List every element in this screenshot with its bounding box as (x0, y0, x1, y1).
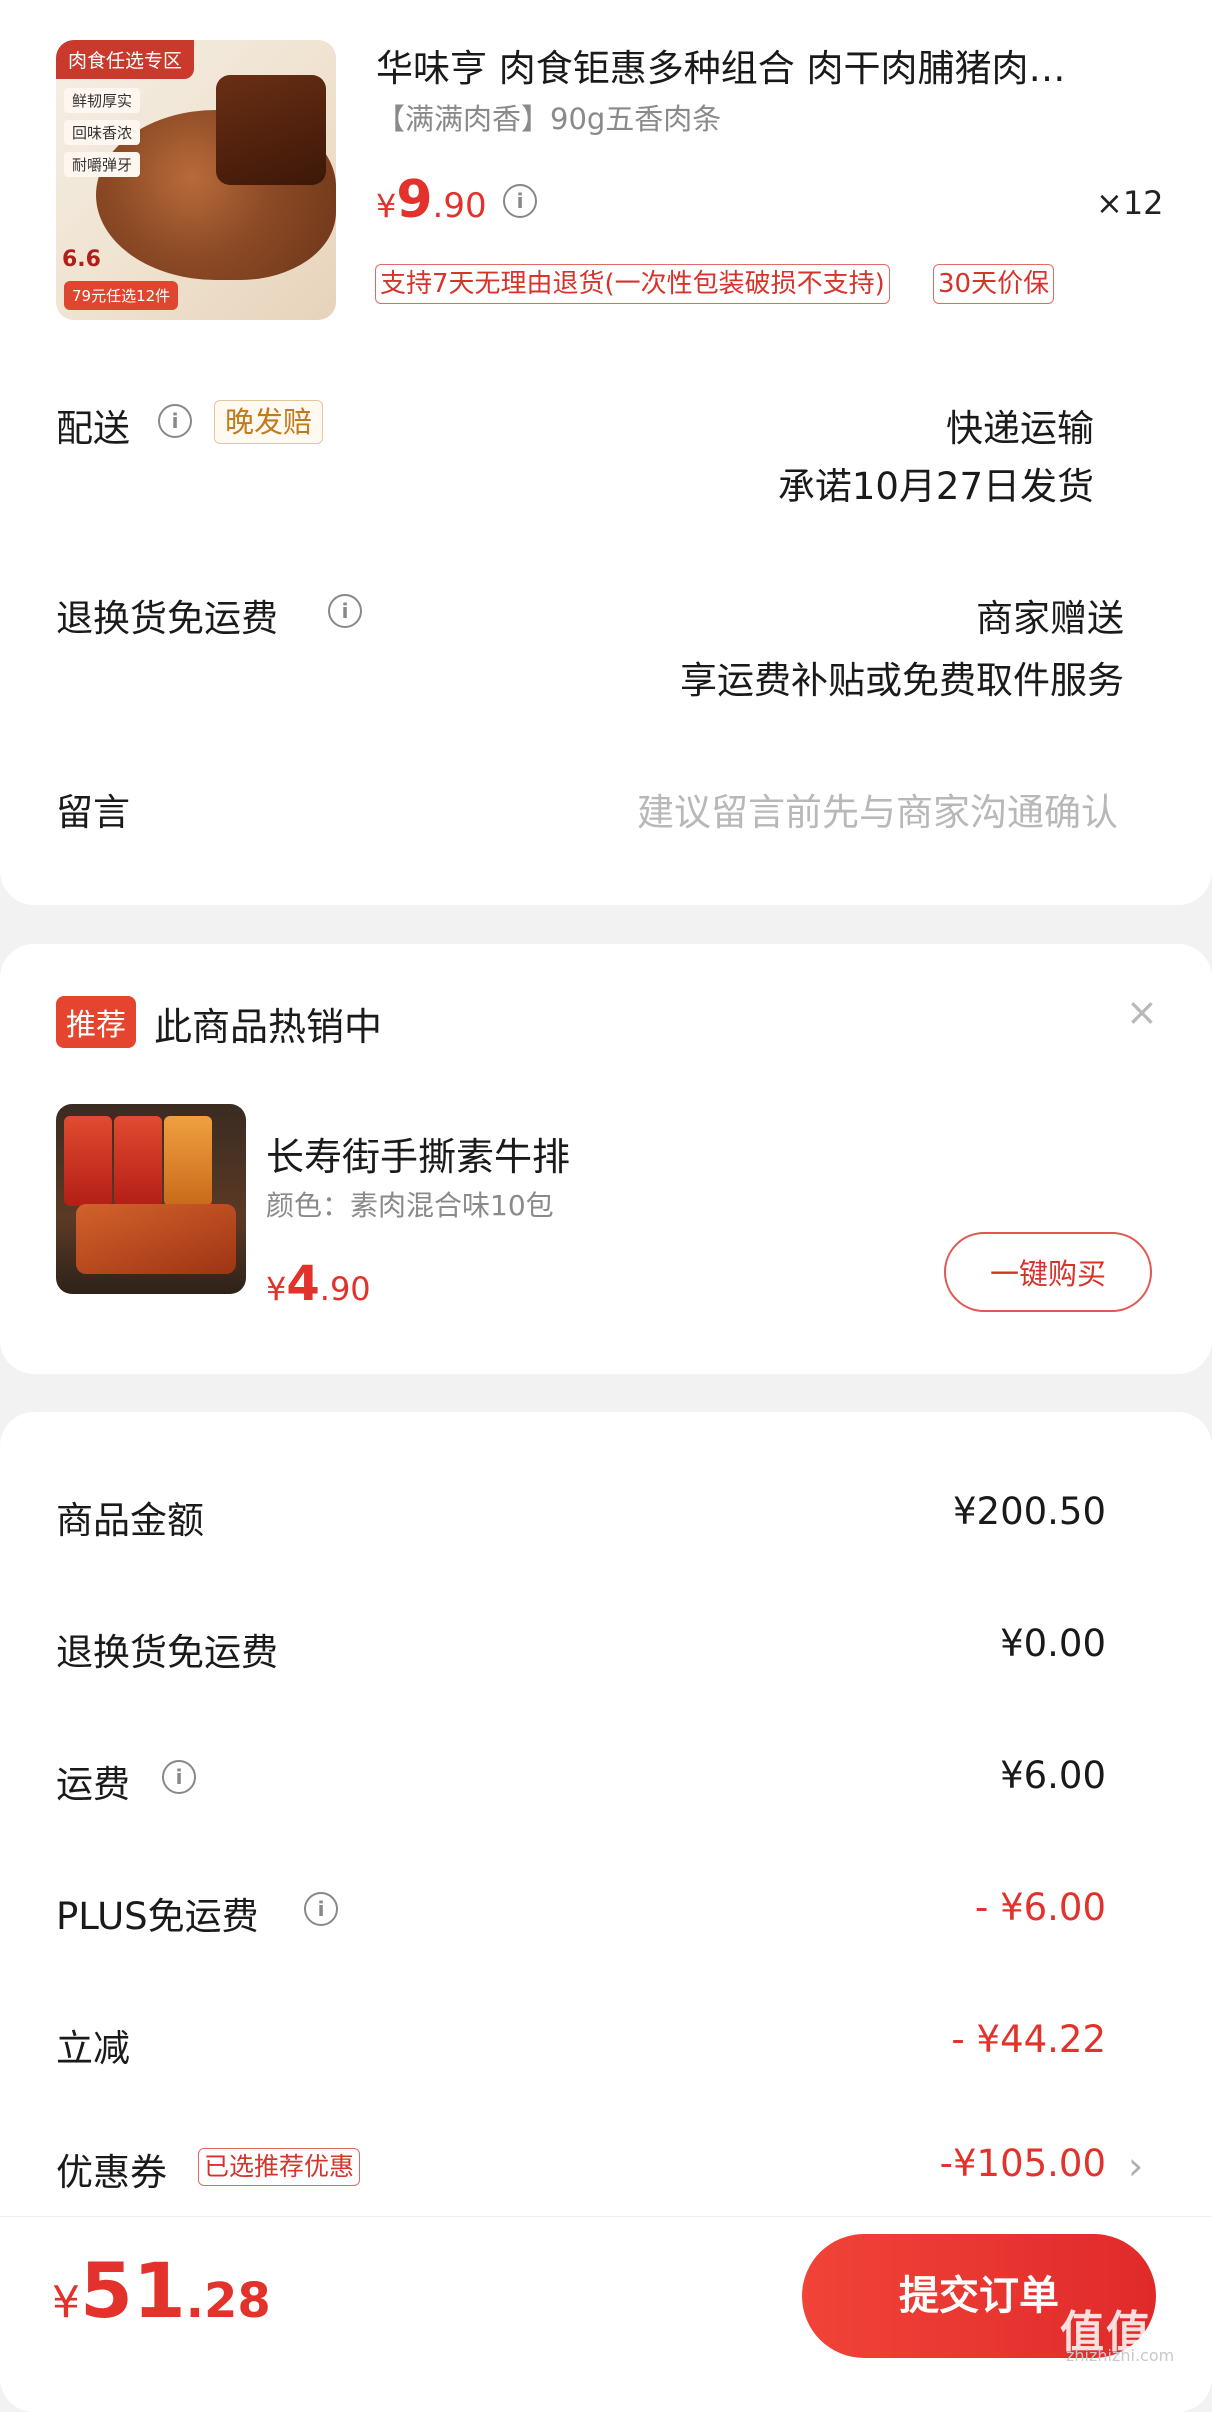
product-price: ¥9.90 (376, 170, 487, 230)
return-shipping-label: 退换货免运费 (56, 597, 278, 640)
goods-amount-label: 商品金额 (56, 1499, 204, 1542)
thumb-chip: 回味香浓 (64, 120, 141, 145)
pack-image (114, 1116, 162, 1206)
price-decimal: .90 (319, 1270, 371, 1308)
pack-image (64, 1116, 112, 1206)
return-fee-value: ¥0.00 (1000, 1622, 1106, 1665)
plus-free-shipping-value: - ¥6.00 (974, 1886, 1106, 1929)
price-currency: ¥ (266, 1270, 287, 1308)
delivery-promise[interactable]: 承诺10月27日发货 (778, 456, 1094, 510)
info-icon[interactable]: i (158, 404, 192, 438)
message-input[interactable]: 建议留言前先与商家沟通确认 (637, 782, 1118, 836)
freight-label: 运费 (56, 1763, 130, 1806)
thumb-chip: 耐嚼弹牙 (64, 152, 141, 177)
watermark-url: zhizhizhi.com (1066, 2346, 1175, 2365)
recommend-price: ¥4.90 (266, 1256, 371, 1312)
chevron-right-icon[interactable]: › (1128, 2144, 1143, 2188)
return-shipping-desc: 享运费补贴或免费取件服务 (680, 659, 1124, 702)
pack-image (164, 1116, 212, 1206)
product-image-pack (216, 75, 326, 185)
coupon-value[interactable]: -¥105.00 (940, 2142, 1106, 2185)
product-spec[interactable]: 【满满肉香】90g五香肉条 (376, 96, 721, 138)
close-icon[interactable]: × (1126, 990, 1158, 1034)
delivery-method[interactable]: 快递运输 (946, 398, 1094, 452)
order-total: ¥51.28 (52, 2246, 271, 2335)
recommend-tag: 推荐 (56, 996, 136, 1048)
price-decimal: .90 (432, 186, 487, 226)
recommend-thumbnail[interactable] (56, 1104, 246, 1294)
price-protect-tag: 30天价保 (933, 264, 1055, 304)
recommend-name[interactable]: 长寿街手撕素牛排 (266, 1126, 570, 1181)
return-fee-label: 退换货免运费 (56, 1631, 278, 1674)
coupon-label: 优惠券 (56, 2151, 167, 2194)
info-icon[interactable]: i (162, 1760, 196, 1794)
freight-value: ¥6.00 (1000, 1754, 1106, 1797)
one-click-buy-button[interactable]: 一键购买 (944, 1232, 1152, 1312)
thumb-zone-tag: 肉食任选专区 (56, 40, 195, 79)
product-quantity: ×12 (1096, 184, 1164, 222)
info-icon[interactable]: i (503, 184, 537, 218)
product-title[interactable]: 华味亨 肉食钜惠多种组合 肉干肉脯猪肉… (376, 38, 1156, 92)
plus-free-shipping-label: PLUS免运费 (56, 1895, 259, 1938)
price-currency: ¥ (376, 187, 397, 225)
instant-discount-label: 立减 (56, 2027, 130, 2070)
recommend-color: 颜色：素肉混合味10包 (266, 1189, 554, 1222)
return-shipping-provider: 商家赠送 (976, 597, 1124, 640)
info-icon[interactable]: i (304, 1892, 338, 1926)
thumb-promo: 79元任选12件 (64, 281, 179, 310)
late-compensation-badge: 晚发赔 (214, 400, 324, 444)
return-policy-tag: 支持7天无理由退货(一次性包装破损不支持) (375, 264, 890, 304)
price-integer: 4 (286, 1256, 320, 1312)
thumb-price: 6.6 (62, 247, 101, 272)
goods-amount-value: ¥200.50 (952, 1490, 1106, 1533)
info-icon[interactable]: i (328, 594, 362, 628)
product-image-slab (76, 1204, 236, 1274)
product-thumbnail[interactable]: 肉食任选专区 鲜韧厚实 回味香浓 耐嚼弹牙 6.6 79元任选12件 (56, 40, 336, 320)
recommend-title: 此商品热销中 (154, 1005, 383, 1049)
coupon-selected-tag: 已选推荐优惠 (198, 2148, 361, 2186)
total-currency: ¥ (52, 2277, 80, 2328)
price-integer: 9 (396, 170, 433, 230)
delivery-label: 配送 (56, 407, 130, 450)
total-decimal: .28 (185, 2273, 271, 2329)
instant-discount-value: - ¥44.22 (951, 2018, 1106, 2061)
message-label: 留言 (56, 791, 130, 834)
thumb-chip: 鲜韧厚实 (64, 88, 141, 113)
total-integer: 51 (80, 2246, 186, 2335)
